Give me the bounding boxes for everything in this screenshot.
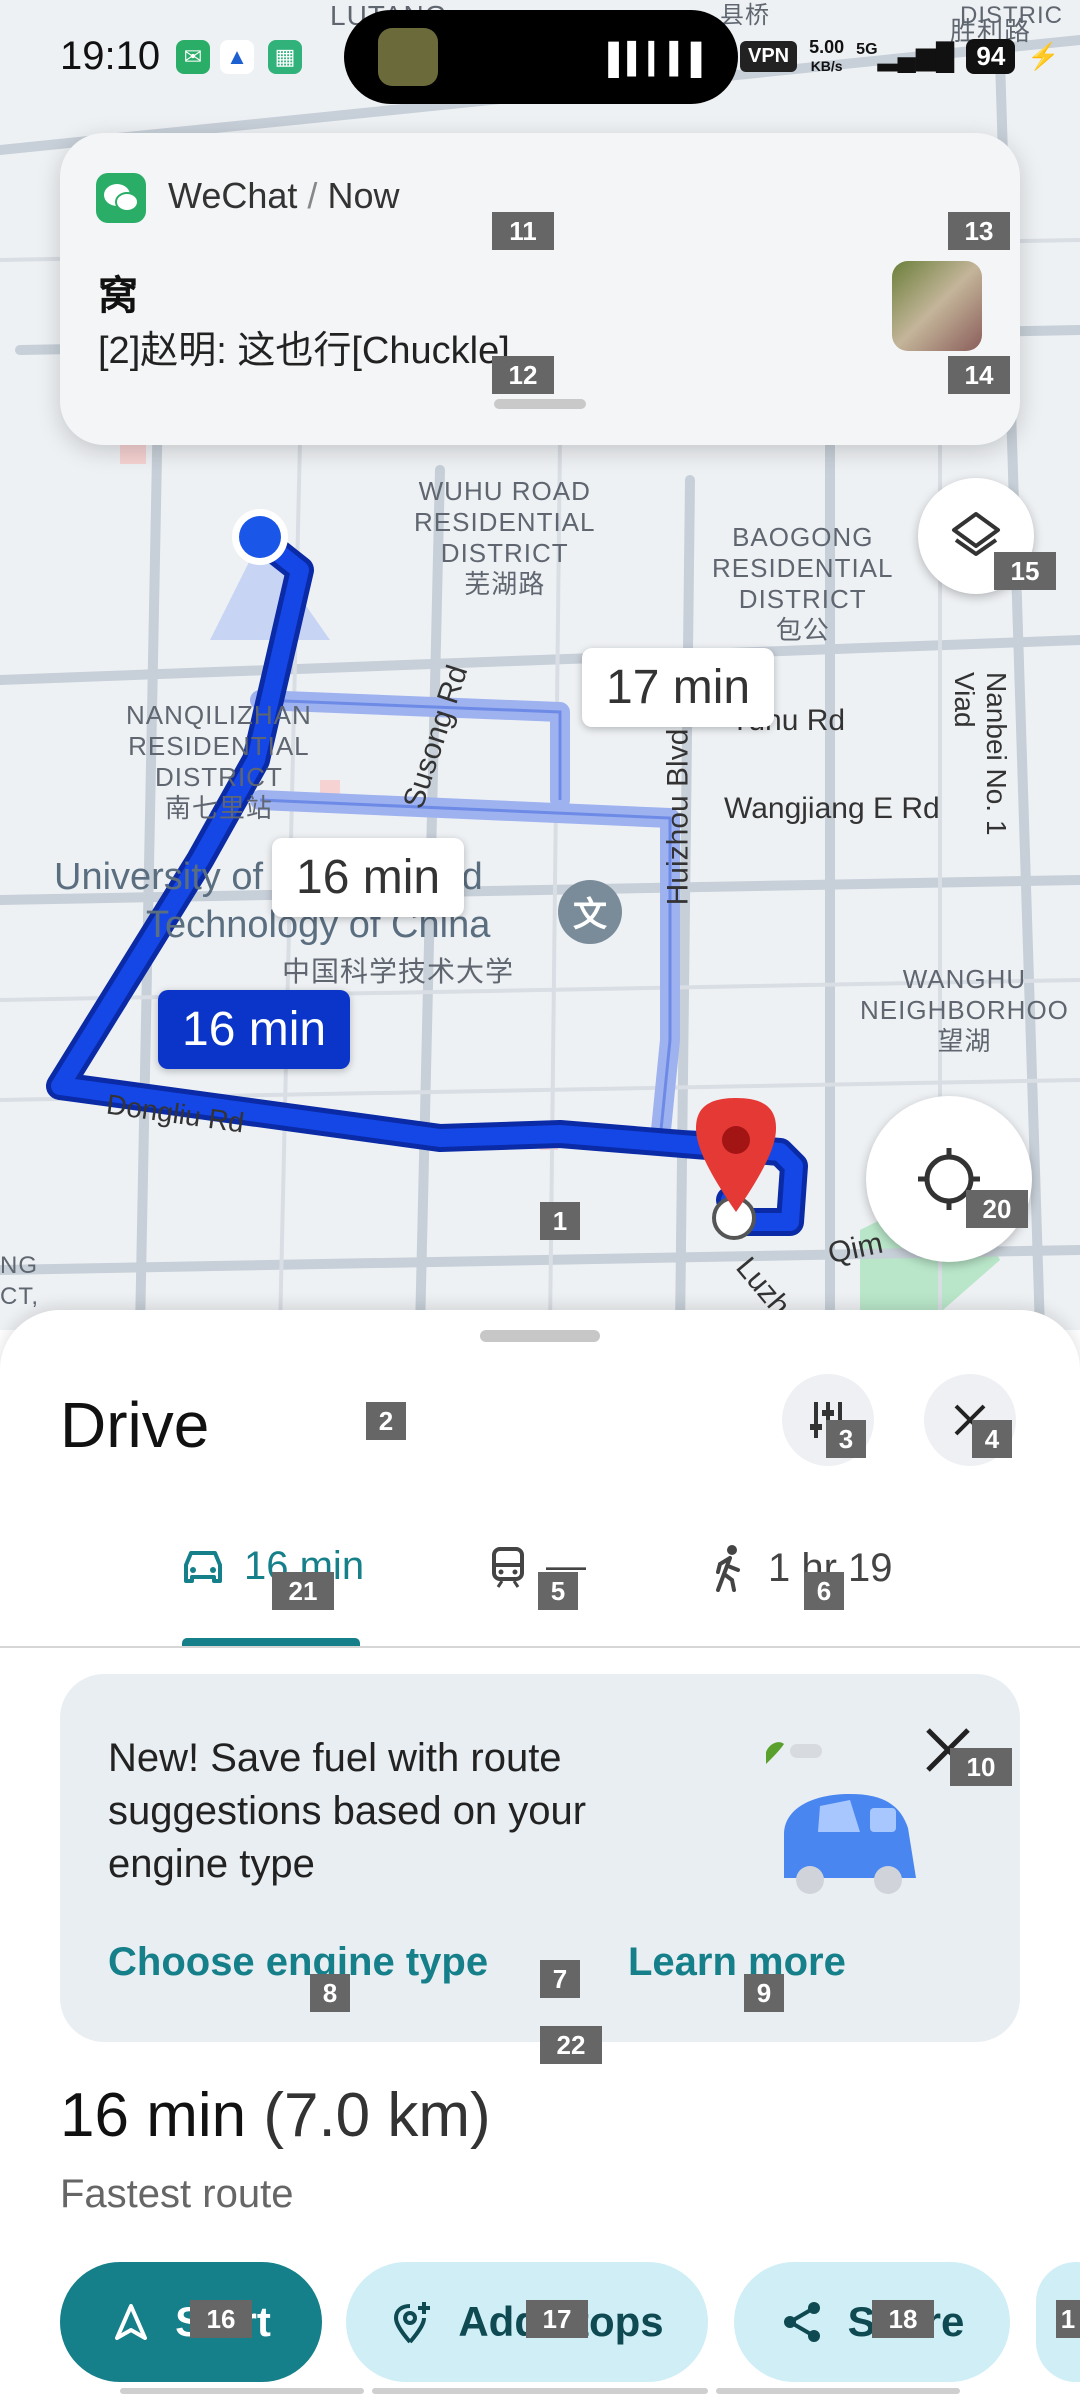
share-icon [783,2302,820,2342]
wechat-notification[interactable]: WeChat / Now 窝 [2]赵明: 这也行[Chuckle] [60,133,1020,445]
street-wangjiang: Wangjiang E Rd [724,792,940,825]
charging-icon: ⚡ [1027,41,1060,71]
route-description: Fastest route [60,2172,294,2216]
overlay-tag-12: 12 [492,356,554,394]
status-bar: 19:10 ✉ ▲ ▦ ▌▍▎▍▌ VPN 5.00 KB/s 5G▂▄▆█ 94… [0,0,1080,110]
notification-title: 窝 [98,274,138,318]
overlay-tag-18: 18 [872,2300,934,2338]
choose-engine-type-link[interactable]: Choose engine type [108,1940,488,1985]
my-location-button[interactable] [866,1096,1032,1262]
overlay-tag-22: 22 [540,2026,602,2064]
sheet-drag-handle[interactable] [480,1330,600,1342]
overlay-tag-2: 2 [366,1402,406,1440]
overlay-tag-16: 16 [190,2300,252,2338]
district-wanghu: WANGHU NEIGHBORHOO 望湖 [860,964,1069,1056]
navigation-arrow-icon [115,2304,148,2340]
overlay-tag-8: 8 [310,1974,350,2012]
add-location-icon [394,2302,431,2344]
overlay-tag-11: 11 [492,212,554,250]
car-icon [184,1550,222,1583]
notification-message: [2]赵明: 这也行[Chuckle] [98,330,510,372]
overlay-tag-5: 5 [538,1572,578,1610]
wechat-icon [96,173,146,223]
street-nanbei: Nanbei No. 1 Viad [949,672,1012,836]
cat-app-status-icon: ▲ [220,40,254,74]
battery-level: 94 [966,39,1016,74]
route-bubble-alt-16[interactable]: 16 min [272,838,465,917]
overlay-tag-20: 20 [966,1190,1028,1228]
tabs-divider [0,1646,1080,1648]
route-bubble-selected[interactable]: 16 min [158,990,351,1069]
overlay-tag-21: 21 [272,1572,334,1610]
overlay-tag-edge: 1 [1056,2300,1080,2338]
notification-app: WeChat / Now [168,175,400,216]
media-thumbnail [378,28,438,86]
sheet-title: Drive [60,1389,210,1461]
status-icons: VPN 5.00 KB/s 5G▂▄▆█ 94 ⚡ [740,38,1060,75]
route-summary: 16 min (7.0 km) [60,2081,491,2150]
dynamic-island[interactable]: ▌▍▎▍▌ [344,10,738,104]
scroll-indicator-2 [372,2388,708,2394]
overlay-tag-13: 13 [948,212,1010,250]
overlay-tag-9: 9 [744,1974,784,2012]
signal-icon: 5G▂▄▆█ [856,41,955,71]
overlay-tag-17: 17 [526,2300,588,2338]
overlay-tag-15: 15 [994,552,1056,590]
scroll-indicator-1 [120,2388,364,2394]
tab-walk[interactable]: 1 hr 19 [710,1544,893,1592]
eco-car-illustration [766,1742,916,1894]
walk-icon [716,1545,740,1592]
overlay-tag-10: 10 [950,1748,1012,1786]
overlay-tag-3: 3 [826,1420,866,1458]
wechat-status-icon: ✉ [176,40,210,74]
vpn-badge: VPN [740,41,798,72]
district-nanqilizhan: NANQILIZHAN RESIDENTIAL DISTRICT 南七里站 [126,700,312,823]
district-wuhu-road: WUHU ROAD RESIDENTIAL DISTRICT 芜湖路 [414,476,596,599]
group-avatar[interactable] [892,261,982,351]
overlay-tag-4: 4 [972,1420,1012,1458]
overlay-tag-6: 6 [804,1572,844,1610]
district-baogong: BAOGONG RESIDENTIAL DISTRICT 包公 [712,522,894,645]
map-label-edge: NG CT, [0,1252,39,1310]
overlay-tag-14: 14 [948,356,1010,394]
poi-university-cn: 中国科学技术大学 [282,956,515,987]
street-huizhou: Huizhou Blvd [661,728,695,906]
promo-text: New! Save fuel with route suggestions ba… [108,1736,587,1886]
app-status-icon: ▦ [268,40,302,74]
scroll-indicator-3 [716,2388,960,2394]
net-speed: 5.00 KB/s [809,37,845,74]
status-time: 19:10 [60,34,161,78]
route-bubble-alt-17[interactable]: 17 min [582,648,775,727]
notification-handle[interactable] [494,399,586,409]
overlay-tag-1: 1 [540,1202,580,1240]
learn-more-link[interactable]: Learn more [628,1940,846,1985]
train-icon [492,1546,524,1588]
audio-wave-icon: ▌▍▎▍▌ [608,43,712,76]
svg-text:文: 文 [573,895,607,935]
overlay-tag-7: 7 [540,1960,580,1998]
